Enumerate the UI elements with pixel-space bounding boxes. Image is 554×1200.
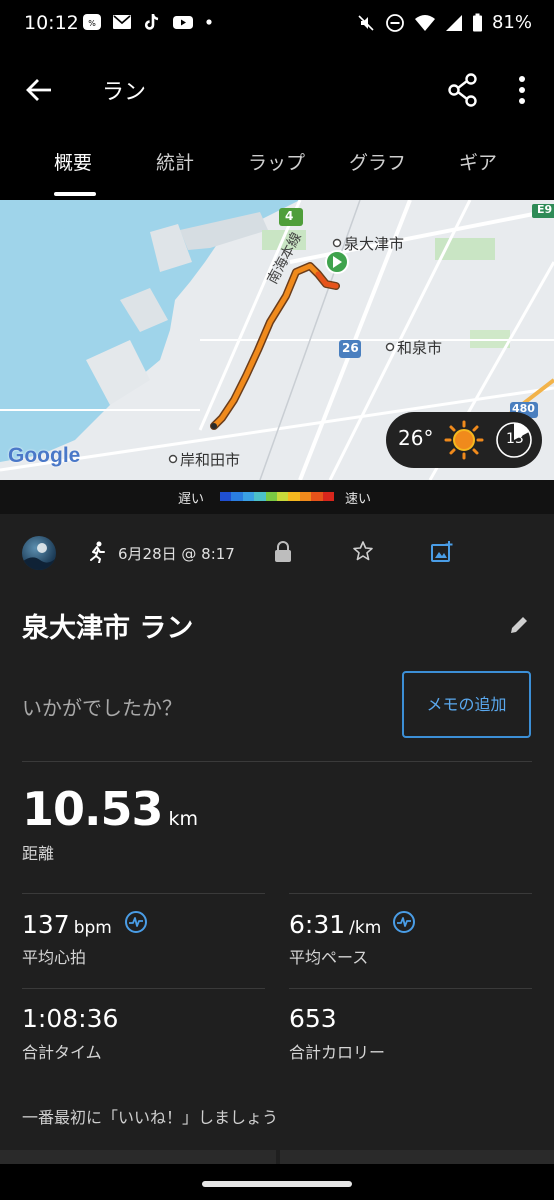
- weather-widget: 26° 13: [386, 412, 542, 468]
- pace-color-swatch: [254, 492, 266, 501]
- divider: [289, 988, 532, 989]
- pace-color-swatch: [311, 492, 323, 501]
- distance-value: 10.53: [22, 782, 164, 836]
- system-nav-bar: [0, 1164, 554, 1200]
- signal-icon: [445, 14, 462, 31]
- pace-legend: 遅い 速い: [0, 480, 554, 514]
- total-time-value: 1:08:36: [22, 1004, 119, 1033]
- avg-hr-value: 137: [22, 910, 70, 939]
- pace-color-swatch: [265, 492, 278, 501]
- add-photo-icon[interactable]: [430, 540, 454, 564]
- route-map[interactable]: 泉大津市 和泉市 岸和田市 南海本線 4 26 480 E9 Google 26…: [0, 200, 554, 480]
- youtube-icon: [173, 16, 193, 29]
- map-city-label: 和泉市: [397, 339, 443, 357]
- calories-stat: 653: [289, 1004, 337, 1033]
- pace-zone-icon[interactable]: [392, 910, 416, 934]
- pace-color-bar: [220, 492, 335, 501]
- tab-overview[interactable]: 概要: [54, 148, 92, 175]
- avg-pace-value: 6:31: [289, 910, 346, 939]
- pace-color-swatch: [231, 492, 243, 501]
- calories-label: 合計カロリー: [289, 1043, 386, 1062]
- road-shield-label: 26: [342, 341, 359, 355]
- avg-pace-label: 平均ペース: [289, 948, 369, 967]
- tab-gear[interactable]: ギア: [459, 148, 497, 175]
- avg-hr-stat: 137 bpm: [22, 910, 112, 939]
- page-title: ラン: [102, 80, 147, 105]
- legend-fast-label: 速い: [345, 492, 372, 507]
- tab-graph[interactable]: グラフ: [349, 148, 406, 175]
- tab-bar: 概要 統計 ラップ グラフ ギア: [0, 130, 554, 200]
- hr-zone-icon[interactable]: [124, 910, 148, 934]
- home-gesture-pill[interactable]: [202, 1181, 352, 1187]
- wind-speed: 13: [506, 431, 524, 447]
- running-icon: [90, 541, 105, 563]
- road-shield-label: E9: [537, 203, 553, 216]
- app-bar: ラン: [0, 50, 554, 130]
- total-time-label: 合計タイム: [22, 1043, 102, 1062]
- card-peek: [0, 1150, 276, 1164]
- google-logo: Google: [8, 444, 81, 467]
- total-time-stat: 1:08:36: [22, 1004, 118, 1033]
- tiktok-icon: [144, 14, 159, 30]
- card-peek: [280, 1150, 554, 1164]
- avg-hr-label: 平均心拍: [22, 948, 87, 967]
- pace-color-swatch: [242, 492, 255, 501]
- battery-icon: [472, 13, 482, 31]
- divider: [22, 893, 265, 894]
- tab-stats[interactable]: 統計: [156, 148, 194, 175]
- mute-icon: [358, 14, 374, 31]
- add-memo-button[interactable]: メモの追加: [402, 671, 531, 738]
- pace-color-swatch: [322, 492, 335, 501]
- tab-indicator: [54, 192, 96, 196]
- share-icon[interactable]: [446, 72, 480, 108]
- sun-icon: [444, 420, 484, 460]
- activity-summary: 6月28日 @ 8:17 泉大津市 ラン いかがでしたか？ メモの追加 10.5…: [0, 514, 554, 1200]
- calories-value: 653: [289, 1004, 337, 1033]
- edit-pencil-icon[interactable]: [508, 614, 530, 636]
- pace-color-swatch: [277, 492, 289, 501]
- divider: [22, 761, 532, 762]
- road-shield-label: 4: [285, 209, 294, 223]
- system-icons: 81%: [356, 12, 532, 33]
- weather-temp: 26°: [398, 426, 434, 450]
- distance-label: 距離: [22, 844, 55, 863]
- mail-icon: [113, 15, 131, 29]
- voicemail-icon: %: [83, 14, 101, 30]
- notification-icons: %: [82, 12, 214, 32]
- pace-color-swatch: [220, 492, 232, 501]
- how-was-it-prompt: いかがでしたか？: [22, 696, 182, 720]
- map-city-label: 岸和田市: [180, 451, 241, 469]
- divider: [289, 893, 532, 894]
- like-prompt[interactable]: 一番最初に「いいね！」しましょう: [22, 1104, 278, 1128]
- activity-title: 泉大津市 ラン: [22, 613, 194, 644]
- avg-pace-stat: 6:31/km: [289, 910, 381, 939]
- distance-unit: km: [168, 808, 199, 830]
- activity-date: 6月28日 @ 8:17: [118, 545, 235, 563]
- divider: [22, 988, 265, 989]
- dot-icon: [206, 19, 212, 25]
- status-time: 10:12: [24, 12, 79, 34]
- avg-hr-unit: bpm: [73, 918, 112, 938]
- map-city-label: 泉大津市: [344, 235, 405, 253]
- dnd-icon: [386, 13, 404, 32]
- avatar[interactable]: [22, 536, 56, 570]
- legend-slow-label: 遅い: [178, 492, 205, 507]
- pace-color-swatch: [288, 492, 300, 501]
- distance-stat: 10.53 km: [22, 782, 198, 836]
- more-vert-icon[interactable]: [506, 72, 538, 108]
- svg-text:%: %: [88, 19, 96, 28]
- status-bar: 10:12 % 81%: [0, 0, 554, 50]
- avg-pace-unit: /km: [349, 918, 382, 938]
- wifi-icon: [414, 14, 435, 31]
- battery-percent: 81%: [491, 12, 532, 33]
- back-arrow-icon[interactable]: [22, 72, 58, 108]
- tab-laps[interactable]: ラップ: [248, 148, 305, 175]
- lock-icon[interactable]: [274, 541, 292, 563]
- pace-color-swatch: [299, 492, 312, 501]
- star-icon[interactable]: [352, 540, 374, 562]
